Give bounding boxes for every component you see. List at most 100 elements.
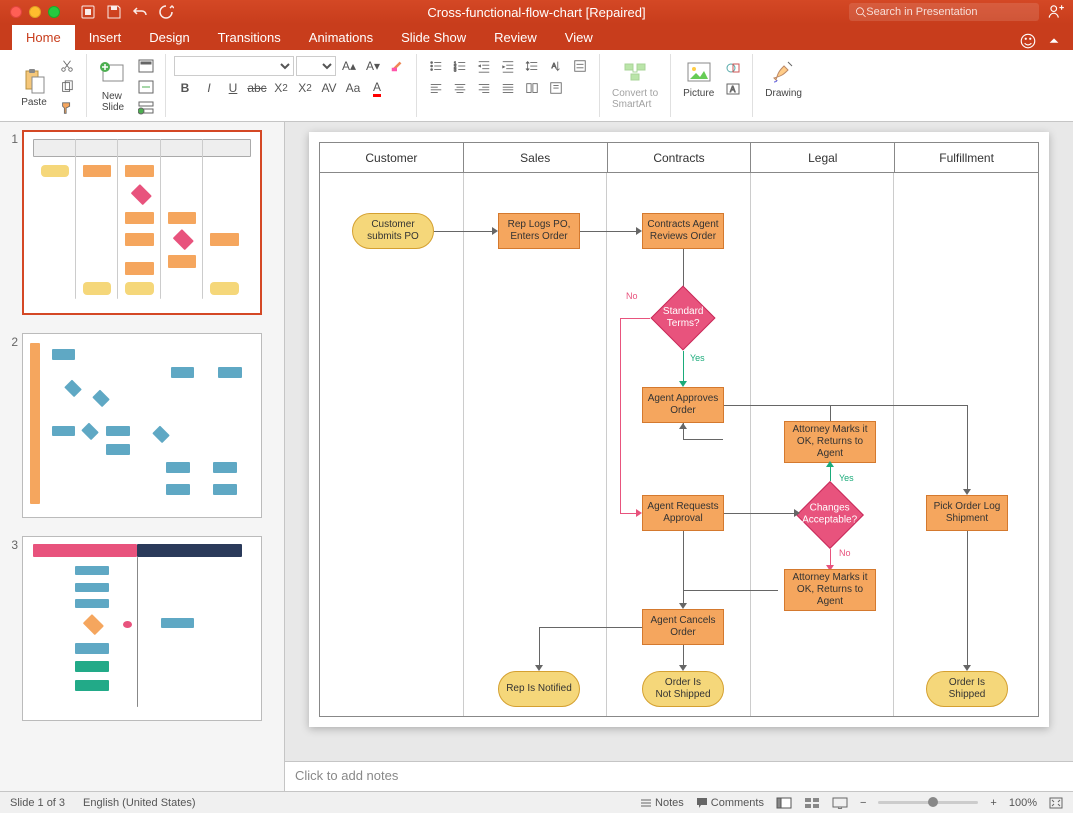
strikethrough-button[interactable]: abc	[246, 78, 268, 98]
ribbon-tabs: Home Insert Design Transitions Animation…	[0, 24, 1073, 50]
thumbnail-item[interactable]: 1	[4, 130, 280, 315]
notes-toggle[interactable]: Notes	[640, 797, 684, 809]
bold-button[interactable]: B	[174, 78, 196, 98]
shape-process[interactable]: Pick Order Log Shipment	[926, 495, 1008, 531]
tab-view[interactable]: View	[551, 25, 607, 50]
save-icon[interactable]	[106, 4, 122, 20]
thumbnail-item[interactable]: 2	[4, 333, 280, 518]
bullets-button[interactable]	[425, 56, 447, 76]
clear-format-button[interactable]	[386, 56, 408, 76]
convert-smartart-button[interactable]: Convert to SmartArt	[608, 56, 662, 112]
zoom-slider[interactable]	[878, 801, 978, 804]
align-right-button[interactable]	[473, 78, 495, 98]
shape-terminator[interactable]: Order Is Shipped	[926, 671, 1008, 707]
main-pane: Customer Sales Contracts Legal Fulfillme…	[285, 122, 1073, 791]
decrease-indent-button[interactable]	[473, 56, 495, 76]
layout-button[interactable]	[135, 56, 157, 76]
slide-area[interactable]: Customer Sales Contracts Legal Fulfillme…	[285, 122, 1073, 761]
cut-button[interactable]	[56, 56, 78, 76]
align-text-button[interactable]	[569, 56, 591, 76]
normal-view-button[interactable]	[776, 797, 792, 809]
char-spacing-button[interactable]: AV	[318, 78, 340, 98]
slideshow-view-button[interactable]	[832, 797, 848, 809]
close-window-icon[interactable]	[10, 6, 22, 18]
shape-process[interactable]: Agent Cancels Order	[642, 609, 724, 645]
text-align-v-button[interactable]	[545, 78, 567, 98]
numbering-button[interactable]: 123	[449, 56, 471, 76]
tab-transitions[interactable]: Transitions	[204, 25, 295, 50]
search-box[interactable]	[849, 3, 1039, 21]
drawing-button[interactable]: Drawing	[761, 56, 806, 101]
format-painter-button[interactable]	[56, 98, 78, 118]
italic-button[interactable]: I	[198, 78, 220, 98]
minimize-window-icon[interactable]	[29, 6, 41, 18]
redo-icon[interactable]	[158, 4, 174, 20]
reset-button[interactable]	[135, 77, 157, 97]
subscript-button[interactable]: X2	[294, 78, 316, 98]
swimlane-header: Fulfillment	[895, 143, 1038, 172]
line-spacing-button[interactable]	[521, 56, 543, 76]
notes-input[interactable]: Click to add notes	[285, 761, 1073, 791]
font-size-select[interactable]	[296, 56, 336, 76]
shape-terminator[interactable]: Customer submits PO	[352, 213, 434, 249]
maximize-window-icon[interactable]	[48, 6, 60, 18]
shape-process[interactable]: Agent Approves Order	[642, 387, 724, 423]
fit-window-button[interactable]	[1049, 797, 1063, 809]
shape-terminator[interactable]: Order Is Not Shipped	[642, 671, 724, 707]
search-input[interactable]	[866, 6, 1033, 18]
text-direction-button[interactable]: A	[545, 56, 567, 76]
justify-button[interactable]	[497, 78, 519, 98]
undo-icon[interactable]	[132, 4, 148, 20]
tab-design[interactable]: Design	[135, 25, 203, 50]
feedback-icon[interactable]	[1019, 32, 1037, 50]
shape-process[interactable]: Contracts Agent Reviews Order	[642, 213, 724, 249]
shape-process[interactable]: Rep Logs PO, Enters Order	[498, 213, 580, 249]
shape-process[interactable]: Agent Requests Approval	[642, 495, 724, 531]
copy-button[interactable]	[56, 77, 78, 97]
tab-review[interactable]: Review	[480, 25, 551, 50]
tab-home[interactable]: Home	[12, 25, 75, 50]
zoom-level[interactable]: 100%	[1009, 797, 1037, 809]
search-icon	[855, 6, 866, 18]
paste-button[interactable]: Paste	[16, 65, 52, 110]
increase-font-button[interactable]: A▴	[338, 56, 360, 76]
thumbnail-pane[interactable]: 1	[0, 122, 285, 791]
tab-animations[interactable]: Animations	[295, 25, 387, 50]
slide-thumbnail-3[interactable]	[22, 536, 262, 721]
align-left-button[interactable]	[425, 78, 447, 98]
language-indicator[interactable]: English (United States)	[83, 797, 196, 809]
shapes-button[interactable]	[722, 58, 744, 78]
increase-indent-button[interactable]	[497, 56, 519, 76]
superscript-button[interactable]: X2	[270, 78, 292, 98]
content-area: 1	[0, 122, 1073, 791]
section-button[interactable]	[135, 98, 157, 118]
textbox-button[interactable]: A	[722, 79, 744, 99]
decision-label: Yes	[690, 353, 705, 363]
collapse-ribbon-icon[interactable]	[1047, 34, 1061, 48]
slide-canvas[interactable]: Customer Sales Contracts Legal Fulfillme…	[309, 132, 1049, 727]
shape-process[interactable]: Attorney Marks it OK, Returns to Agent	[784, 421, 876, 463]
sorter-view-button[interactable]	[804, 797, 820, 809]
zoom-in-button[interactable]: +	[990, 797, 996, 809]
picture-button[interactable]: Picture	[679, 56, 718, 101]
decrease-font-button[interactable]: A▾	[362, 56, 384, 76]
tab-insert[interactable]: Insert	[75, 25, 136, 50]
align-center-button[interactable]	[449, 78, 471, 98]
thumbnail-item[interactable]: 3	[4, 536, 280, 721]
slide-thumbnail-1[interactable]	[22, 130, 262, 315]
font-name-select[interactable]	[174, 56, 294, 76]
home-qat-icon[interactable]	[80, 4, 96, 20]
shape-process[interactable]: Attorney Marks it OK, Returns to Agent	[784, 569, 876, 611]
tab-slideshow[interactable]: Slide Show	[387, 25, 480, 50]
share-icon[interactable]	[1047, 3, 1065, 21]
zoom-out-button[interactable]: −	[860, 797, 866, 809]
change-case-button[interactable]: Aa	[342, 78, 364, 98]
shape-terminator[interactable]: Rep Is Notified	[498, 671, 580, 707]
underline-button[interactable]: U	[222, 78, 244, 98]
comments-toggle[interactable]: Comments	[696, 797, 764, 809]
columns-button[interactable]	[521, 78, 543, 98]
font-color-button[interactable]: A	[366, 78, 388, 98]
slide-thumbnail-2[interactable]	[22, 333, 262, 518]
swimlane-header: Contracts	[608, 143, 752, 172]
new-slide-button[interactable]: New Slide	[95, 59, 131, 115]
